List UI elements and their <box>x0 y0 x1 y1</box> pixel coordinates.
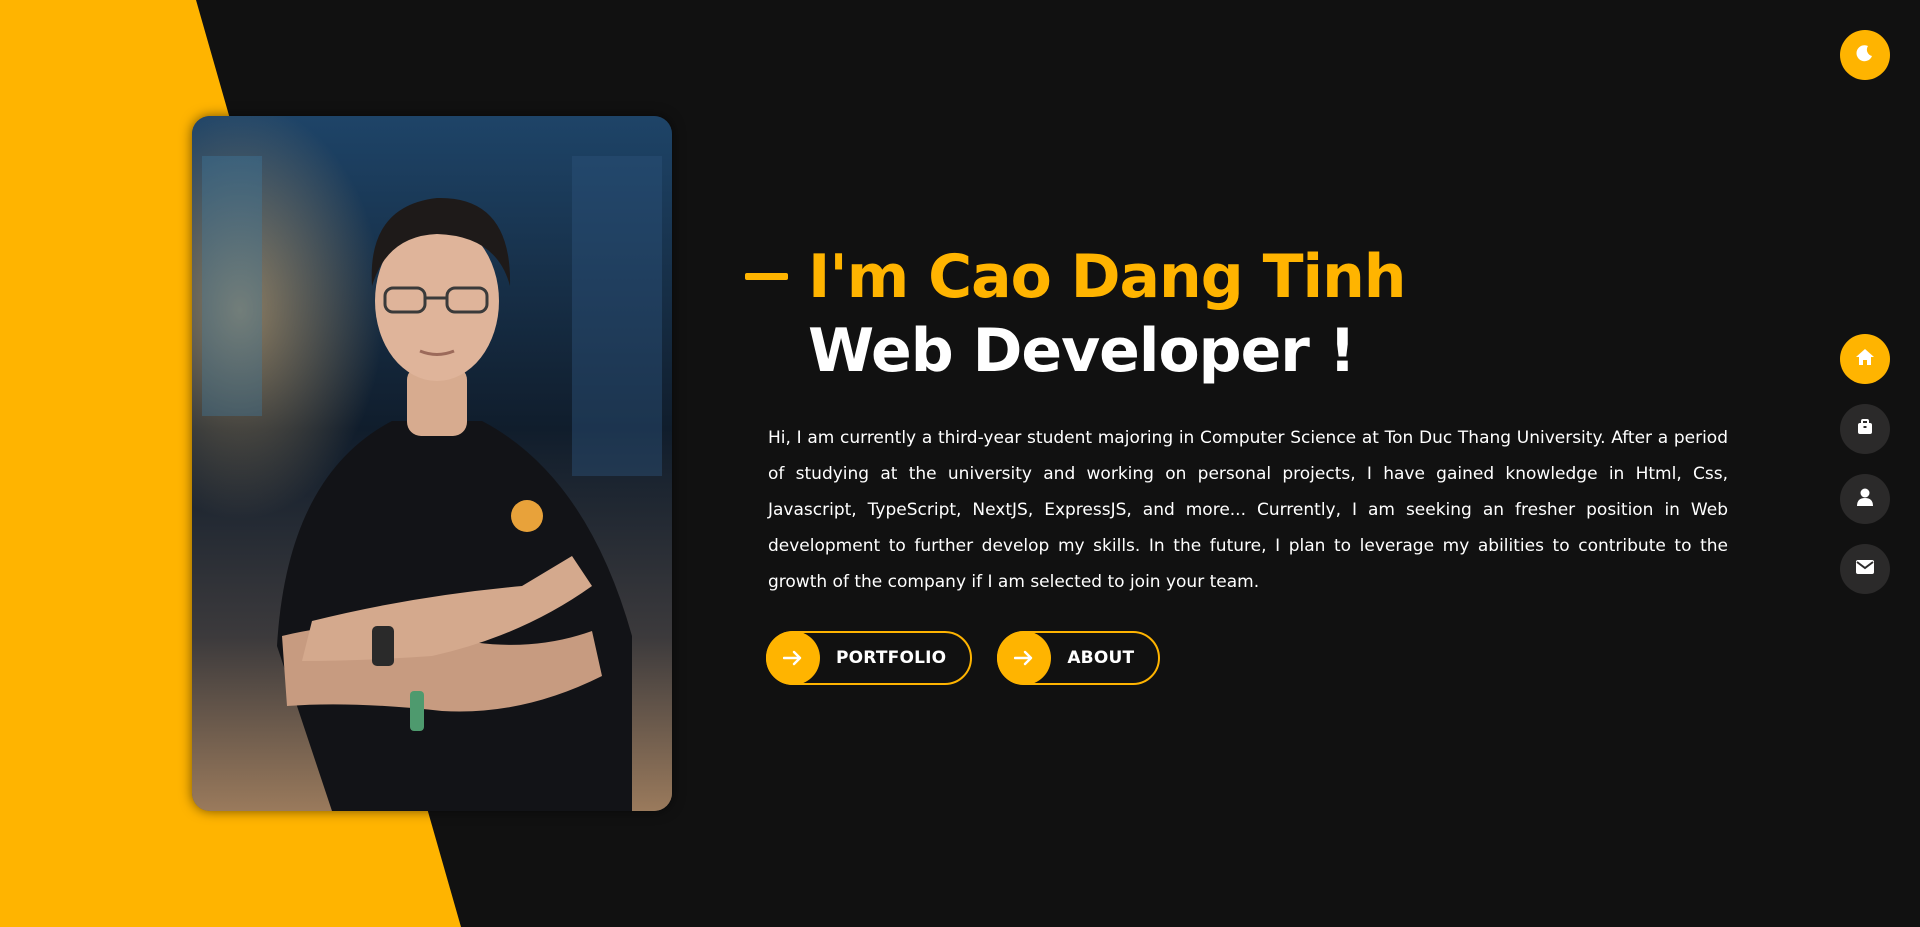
theme-toggle-button[interactable] <box>1840 30 1890 80</box>
home-icon <box>1855 347 1875 371</box>
home-page: I'm Cao Dang Tinh Web Developer ! Hi, I … <box>0 0 1920 927</box>
moon-icon <box>1855 43 1875 67</box>
nav-item-home[interactable] <box>1840 334 1890 384</box>
nav-item-portfolio[interactable] <box>1840 404 1890 454</box>
cta-buttons: PORTFOLIO ABOUT <box>766 631 1161 685</box>
hero-description: Hi, I am currently a third-year student … <box>768 428 1728 592</box>
hero-name: I'm Cao Dang Tinh <box>808 242 1407 312</box>
arrow-right-icon <box>997 631 1052 685</box>
user-icon <box>1856 487 1874 511</box>
title-dash <box>745 273 788 280</box>
portfolio-button[interactable]: PORTFOLIO <box>766 631 973 685</box>
hero-title: I'm Cao Dang Tinh Web Developer ! <box>808 240 1407 388</box>
about-button-label: ABOUT <box>1067 648 1135 668</box>
nav-item-about[interactable] <box>1840 474 1890 524</box>
briefcase-icon <box>1856 418 1874 440</box>
hero-role: Web Developer ! <box>808 316 1356 386</box>
profile-photo <box>192 116 672 811</box>
portfolio-button-label: PORTFOLIO <box>836 648 947 668</box>
nav-item-contact[interactable] <box>1840 544 1890 594</box>
mail-icon <box>1855 559 1875 579</box>
arrow-right-icon <box>766 631 820 685</box>
side-nav <box>1840 334 1890 594</box>
about-button[interactable]: ABOUT <box>997 631 1161 685</box>
